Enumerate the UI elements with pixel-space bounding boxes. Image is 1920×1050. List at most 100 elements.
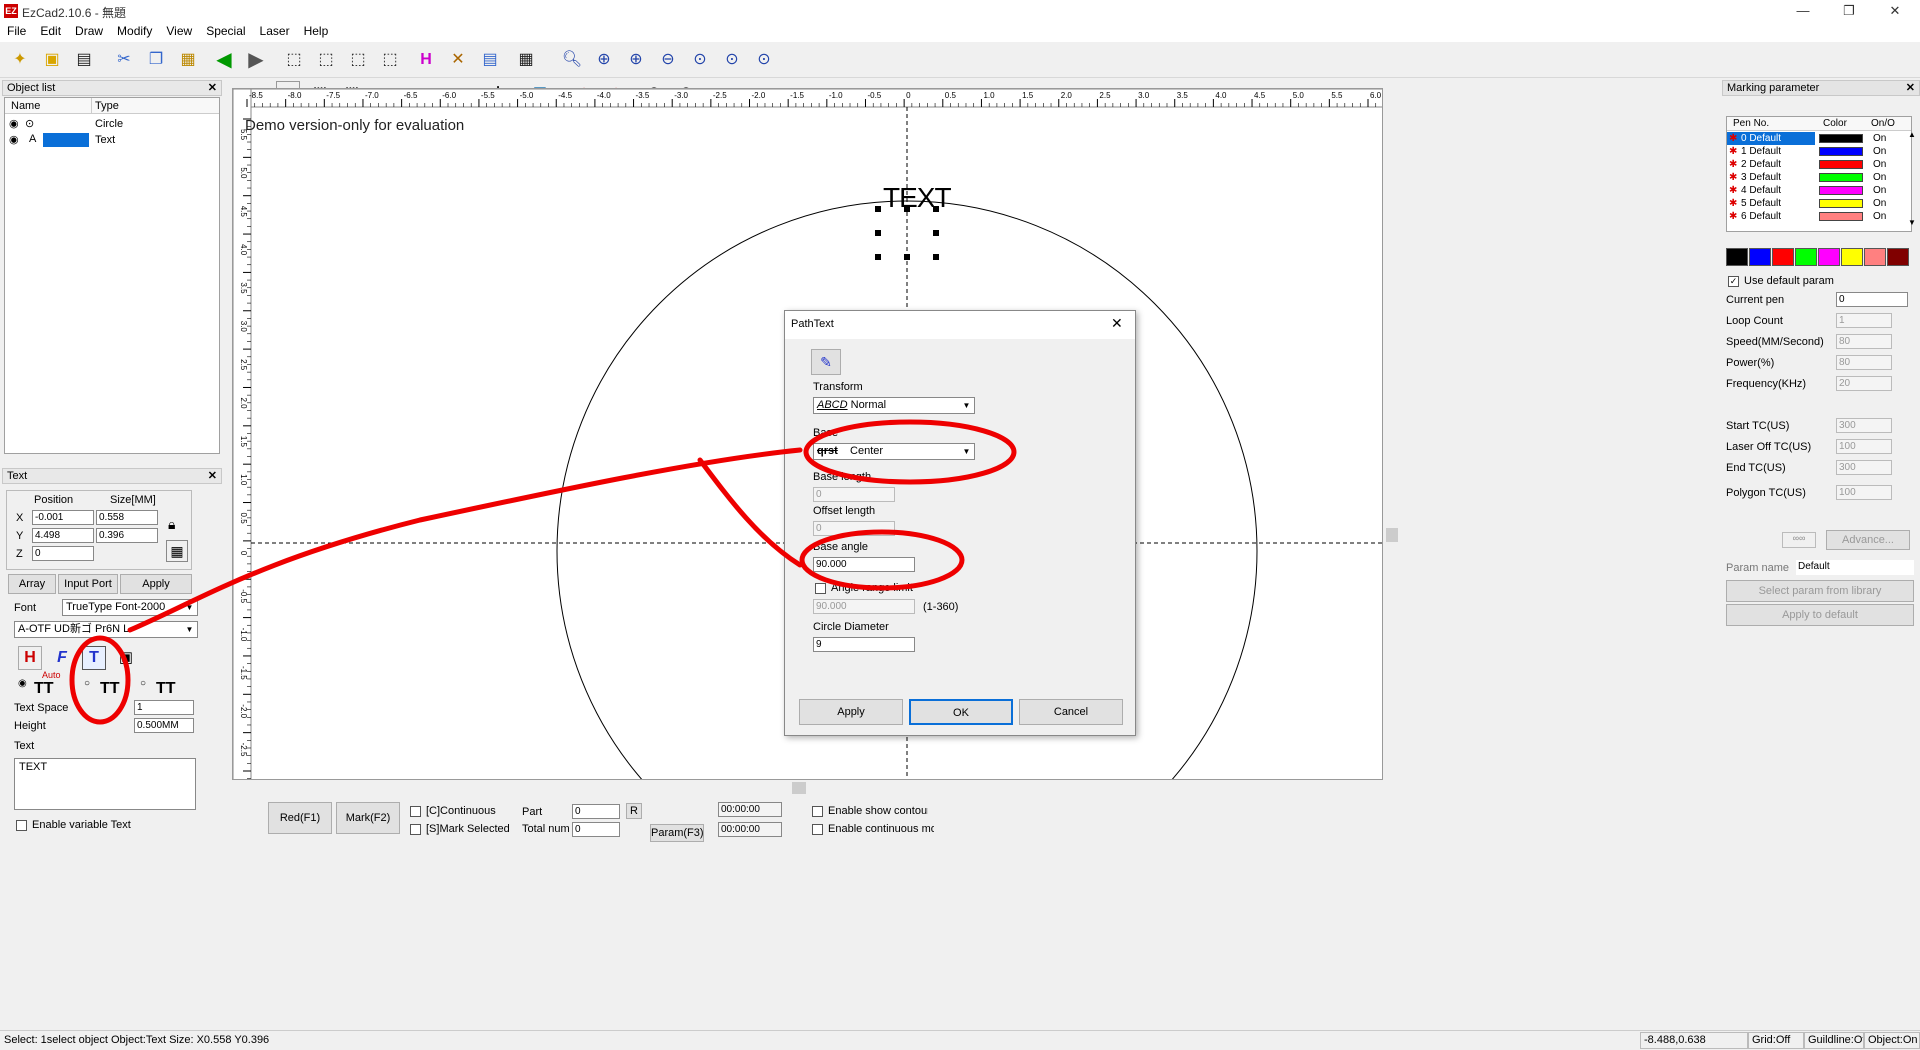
tools-icon[interactable]: ✕ [446,48,470,72]
y-size-field[interactable]: 0.396 [96,528,158,543]
enable-variable-checkbox[interactable] [16,820,27,831]
paste-icon[interactable]: ▦ [176,48,200,72]
input-port-button[interactable]: Input Port [58,574,118,594]
menu-laser[interactable]: Laser [253,22,297,40]
zoom-fit-icon[interactable]: ⊙ [688,48,712,72]
close-window-button[interactable]: ✕ [1872,0,1918,22]
continuous-checkbox[interactable] [410,806,421,817]
horizontal-scrollbar[interactable] [232,780,1383,796]
show-contour-checkbox[interactable] [812,806,823,817]
palette-swatch[interactable] [1772,248,1794,266]
vertical-scroll-thumb[interactable] [1386,528,1398,542]
select-node-icon[interactable]: ⬚ [346,48,370,72]
align-radio-center[interactable]: ○ [84,678,90,689]
palette-swatch[interactable] [1864,248,1886,266]
grid-icon[interactable]: ▦ [514,48,538,72]
minimize-button[interactable]: — [1780,0,1826,22]
undo-icon[interactable]: ◀ [212,48,236,72]
text-align-auto-icon[interactable]: TT [34,680,54,698]
font-style-icon[interactable]: F [50,646,74,670]
align-radio-auto[interactable]: ◉ [18,678,27,689]
zoom-icon[interactable]: 🔍︎ [560,48,584,72]
pen-color-swatch[interactable] [1819,199,1863,208]
canvas-text-object[interactable]: TEXT [883,182,952,214]
chain-icon[interactable]: ∞∞ [1782,532,1816,548]
pen-row[interactable]: ✱ 6 Default On [1727,210,1905,223]
hatch-text-icon[interactable]: H [18,646,42,670]
z-position-field[interactable]: 0 [32,546,94,561]
pen-color-swatch[interactable] [1819,160,1863,169]
total-field[interactable]: 0 [572,822,620,837]
select-library-button[interactable]: Select param from library [1726,580,1914,602]
lock-ratio-icon[interactable]: 🔒︎ [168,516,175,533]
reset-part-button[interactable]: R [626,803,642,819]
menu-draw[interactable]: Draw [68,22,110,40]
x-size-field[interactable]: 0.558 [96,510,158,525]
anchor-grid-icon[interactable]: ▦ [166,540,188,562]
palette-swatch[interactable] [1818,248,1840,266]
pen-state[interactable]: On [1873,184,1886,197]
pen-state[interactable]: On [1873,210,1886,223]
offset-length-field[interactable]: 0 [813,521,895,536]
base-select[interactable]: qrst Center ▼ [813,443,975,460]
pen-color-swatch[interactable] [1819,134,1863,143]
pen-state[interactable]: On [1873,158,1886,171]
laser-off-tc-field[interactable]: 100 [1836,439,1892,454]
horizontal-scroll-thumb[interactable] [792,782,806,794]
marking-param-close-icon[interactable]: ✕ [1906,81,1915,95]
restore-button[interactable]: ❐ [1826,0,1872,22]
path-text-icon[interactable]: T [82,646,106,670]
palette-swatch[interactable] [1841,248,1863,266]
select-group-icon[interactable]: ⬚ [378,48,402,72]
frequency-field[interactable]: 20 [1836,376,1892,391]
loop-count-field[interactable]: 1 [1836,313,1892,328]
select-box-icon[interactable]: ⬚ [314,48,338,72]
pen-icon[interactable]: ✎ [811,349,841,375]
zoom-all-icon[interactable]: ⊙ [720,48,744,72]
vertical-scrollbar[interactable] [1384,88,1400,780]
pen-row[interactable]: ✱ 1 Default On [1727,145,1905,158]
pen-state[interactable]: On [1873,132,1886,145]
zoom-in-icon[interactable]: ⊕ [592,48,616,72]
zoom-out-icon[interactable]: ⊖ [656,48,680,72]
apply-button[interactable]: Apply [120,574,192,594]
pen-state[interactable]: On [1873,197,1886,210]
start-tc-field[interactable]: 300 [1836,418,1892,433]
text-space-field[interactable]: 1 [134,700,194,715]
pen-row[interactable]: ✱ 4 Default On [1727,184,1905,197]
circle-diameter-field[interactable]: 9 [813,637,915,652]
speed-field[interactable]: 80 [1836,334,1892,349]
dialog-ok-button[interactable]: OK [909,699,1013,725]
menu-special[interactable]: Special [199,22,252,40]
align-radio-right[interactable]: ○ [140,678,146,689]
new-file-icon[interactable]: ✦ [8,48,32,72]
dialog-cancel-button[interactable]: Cancel [1019,699,1123,725]
font-name-select[interactable]: A-OTF UD新ゴ Pr6N L ▼ [14,621,198,638]
text-panel-close-icon[interactable]: ✕ [208,469,217,483]
redo-icon[interactable]: ▶ [244,48,268,72]
text-align-center-icon[interactable]: TT [100,680,120,698]
palette-swatch[interactable] [1795,248,1817,266]
mark-selected-checkbox[interactable] [410,824,421,835]
barcode-icon[interactable]: ▣ [114,646,138,670]
part-field[interactable]: 0 [572,804,620,819]
object-row-circle[interactable]: ◉ ⊙ Circle [5,116,219,132]
continuous-mode-checkbox[interactable] [812,824,823,835]
advance-button[interactable]: Advance... [1826,530,1910,550]
hatch-icon[interactable]: H [414,48,438,72]
angle-range-field[interactable]: 90.000 [813,599,915,614]
open-file-icon[interactable]: ▣ [40,48,64,72]
dialog-apply-button[interactable]: Apply [799,699,903,725]
mark-button[interactable]: Mark(F2) [336,802,400,834]
y-position-field[interactable]: 4.498 [32,528,94,543]
polygon-tc-field[interactable]: 100 [1836,485,1892,500]
menu-edit[interactable]: Edit [33,22,68,40]
red-button[interactable]: Red(F1) [268,802,332,834]
object-list-close-icon[interactable]: ✕ [208,81,217,95]
base-length-field[interactable]: 0 [813,487,895,502]
apply-default-button[interactable]: Apply to default [1726,604,1914,626]
cut-icon[interactable]: ✂ [112,48,136,72]
menu-view[interactable]: View [159,22,199,40]
transform-select[interactable]: ABCD Normal ▼ [813,397,975,414]
power-field[interactable]: 80 [1836,355,1892,370]
